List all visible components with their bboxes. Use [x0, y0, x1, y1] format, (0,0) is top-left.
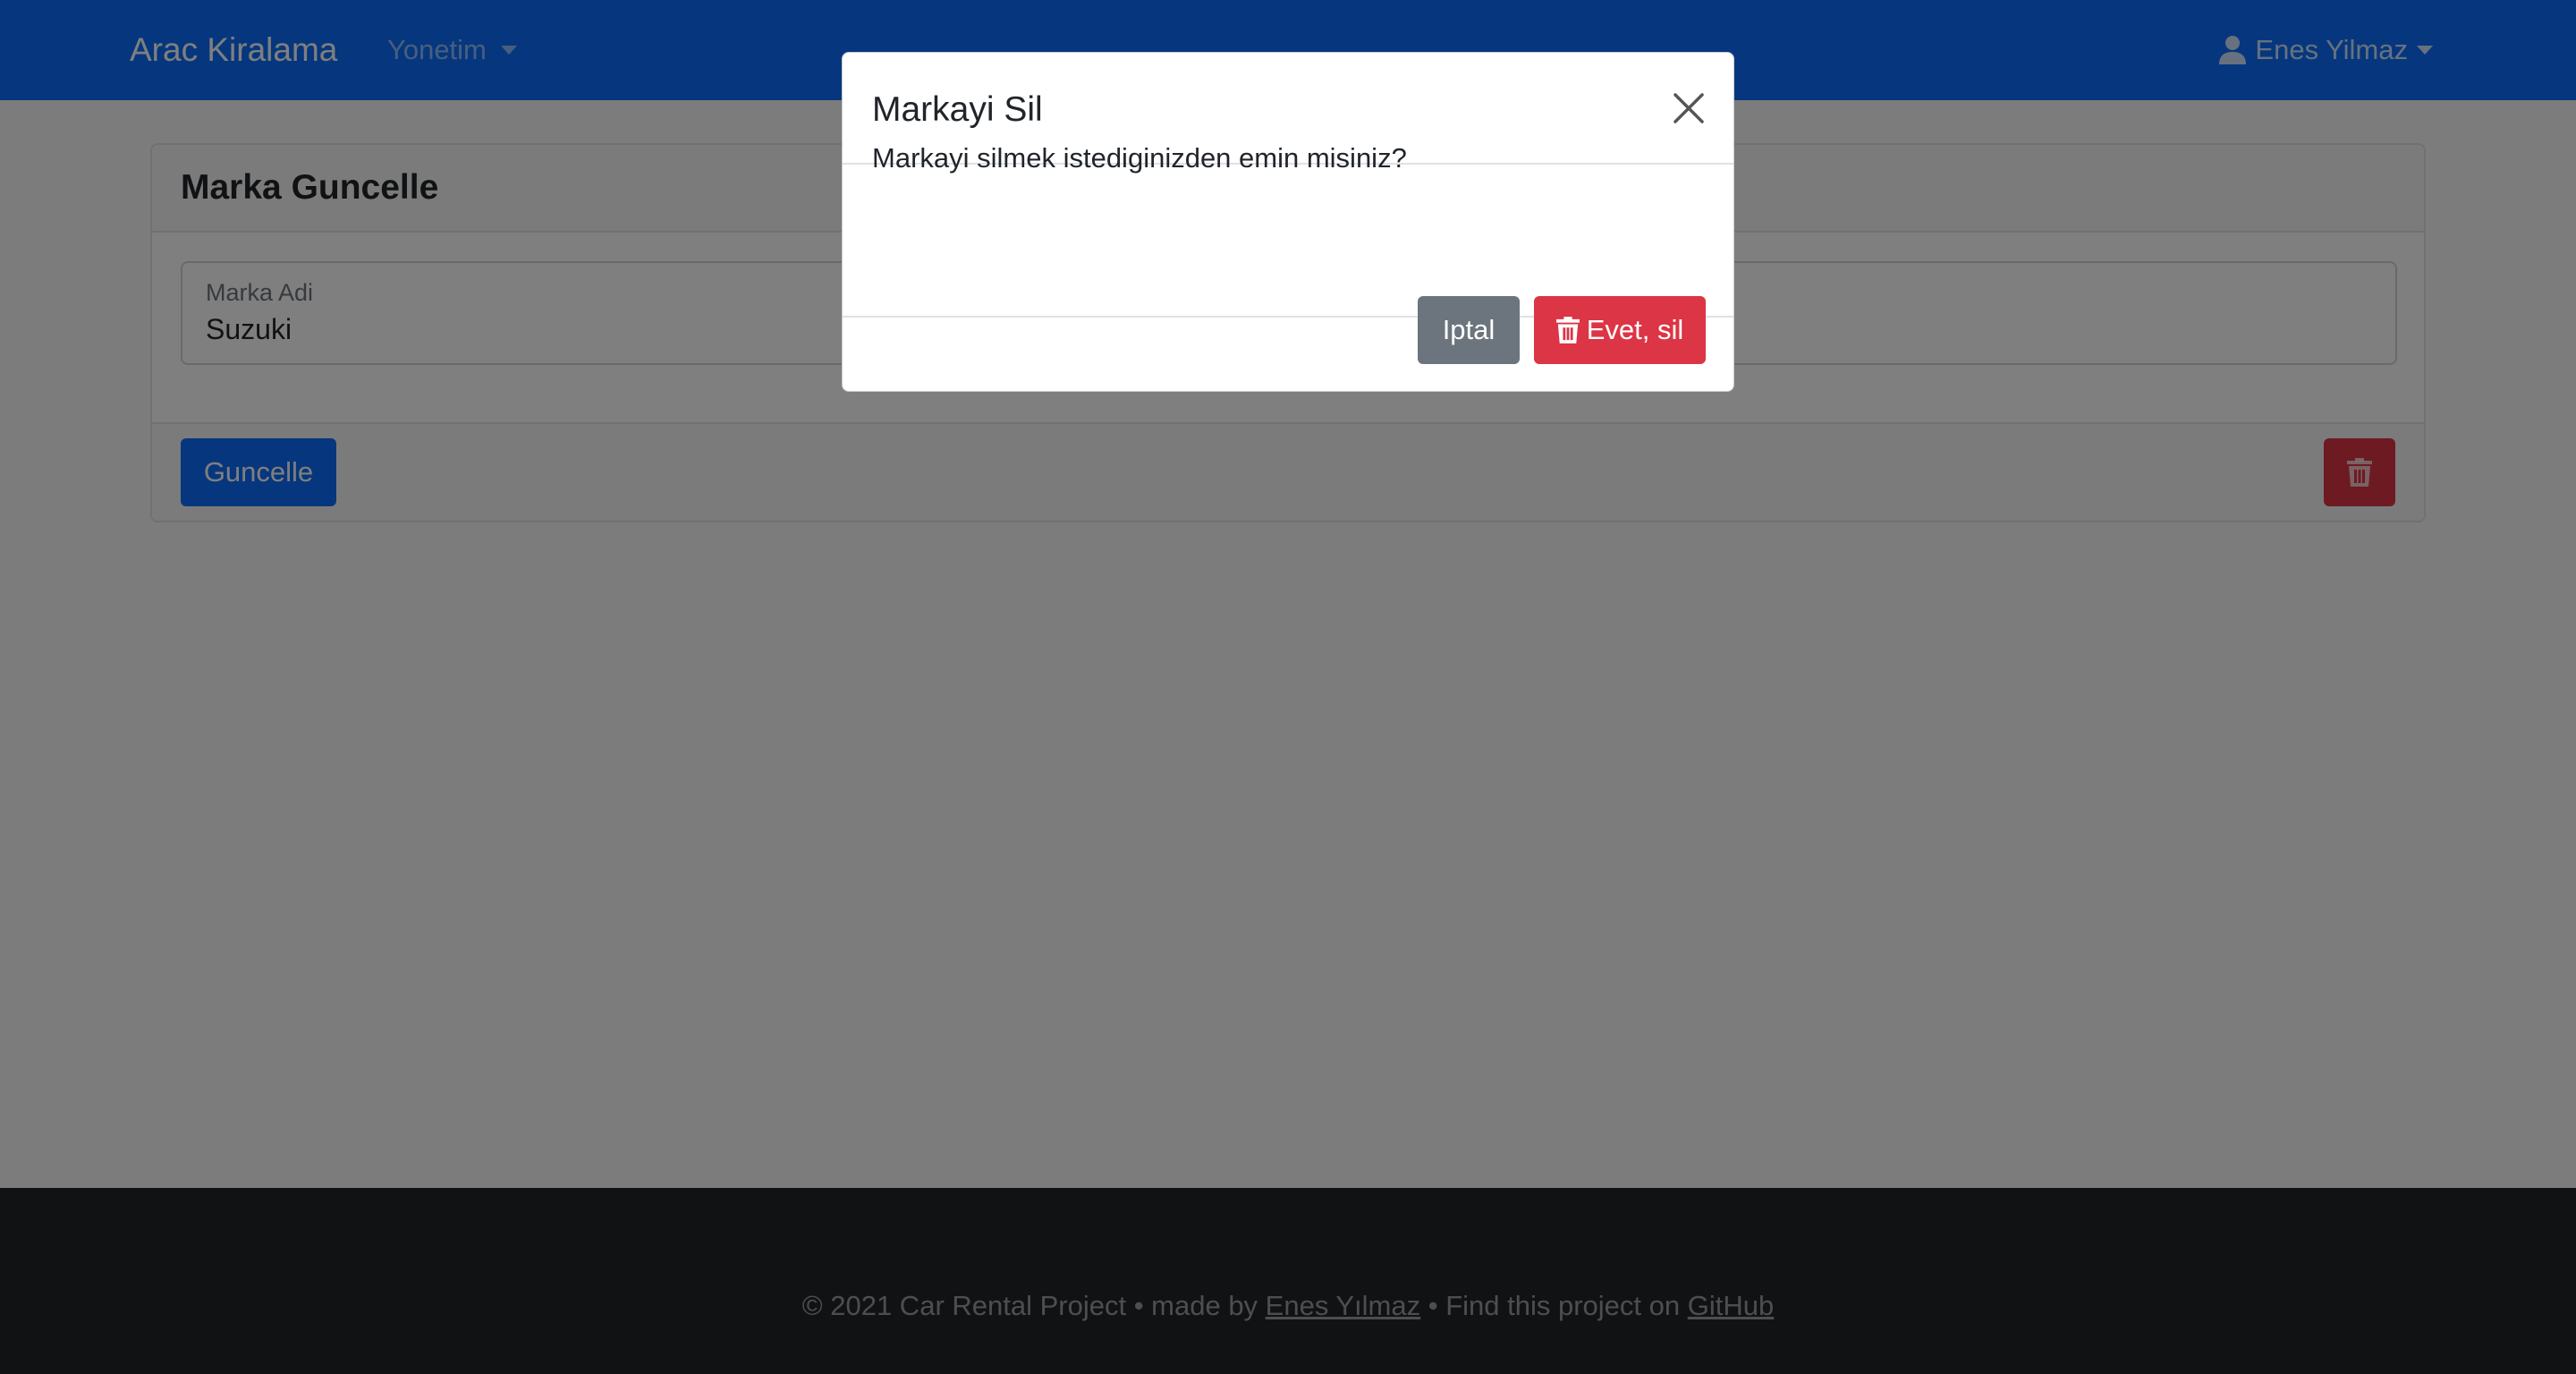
modal-title: Markayi Sil [872, 90, 1043, 129]
delete-brand-modal: Markayi Sil Markayi silmek istediginizde… [842, 52, 1734, 392]
close-icon [1674, 93, 1704, 123]
confirm-delete-button[interactable]: Evet, sil [1534, 296, 1706, 364]
modal-message: Markayi silmek istediginizden emin misin… [872, 142, 1407, 174]
cancel-button[interactable]: Iptal [1418, 296, 1520, 364]
confirm-delete-label: Evet, sil [1586, 314, 1684, 345]
modal-body [843, 165, 1733, 318]
close-button[interactable] [1669, 89, 1708, 128]
trash-icon [1555, 317, 1580, 344]
